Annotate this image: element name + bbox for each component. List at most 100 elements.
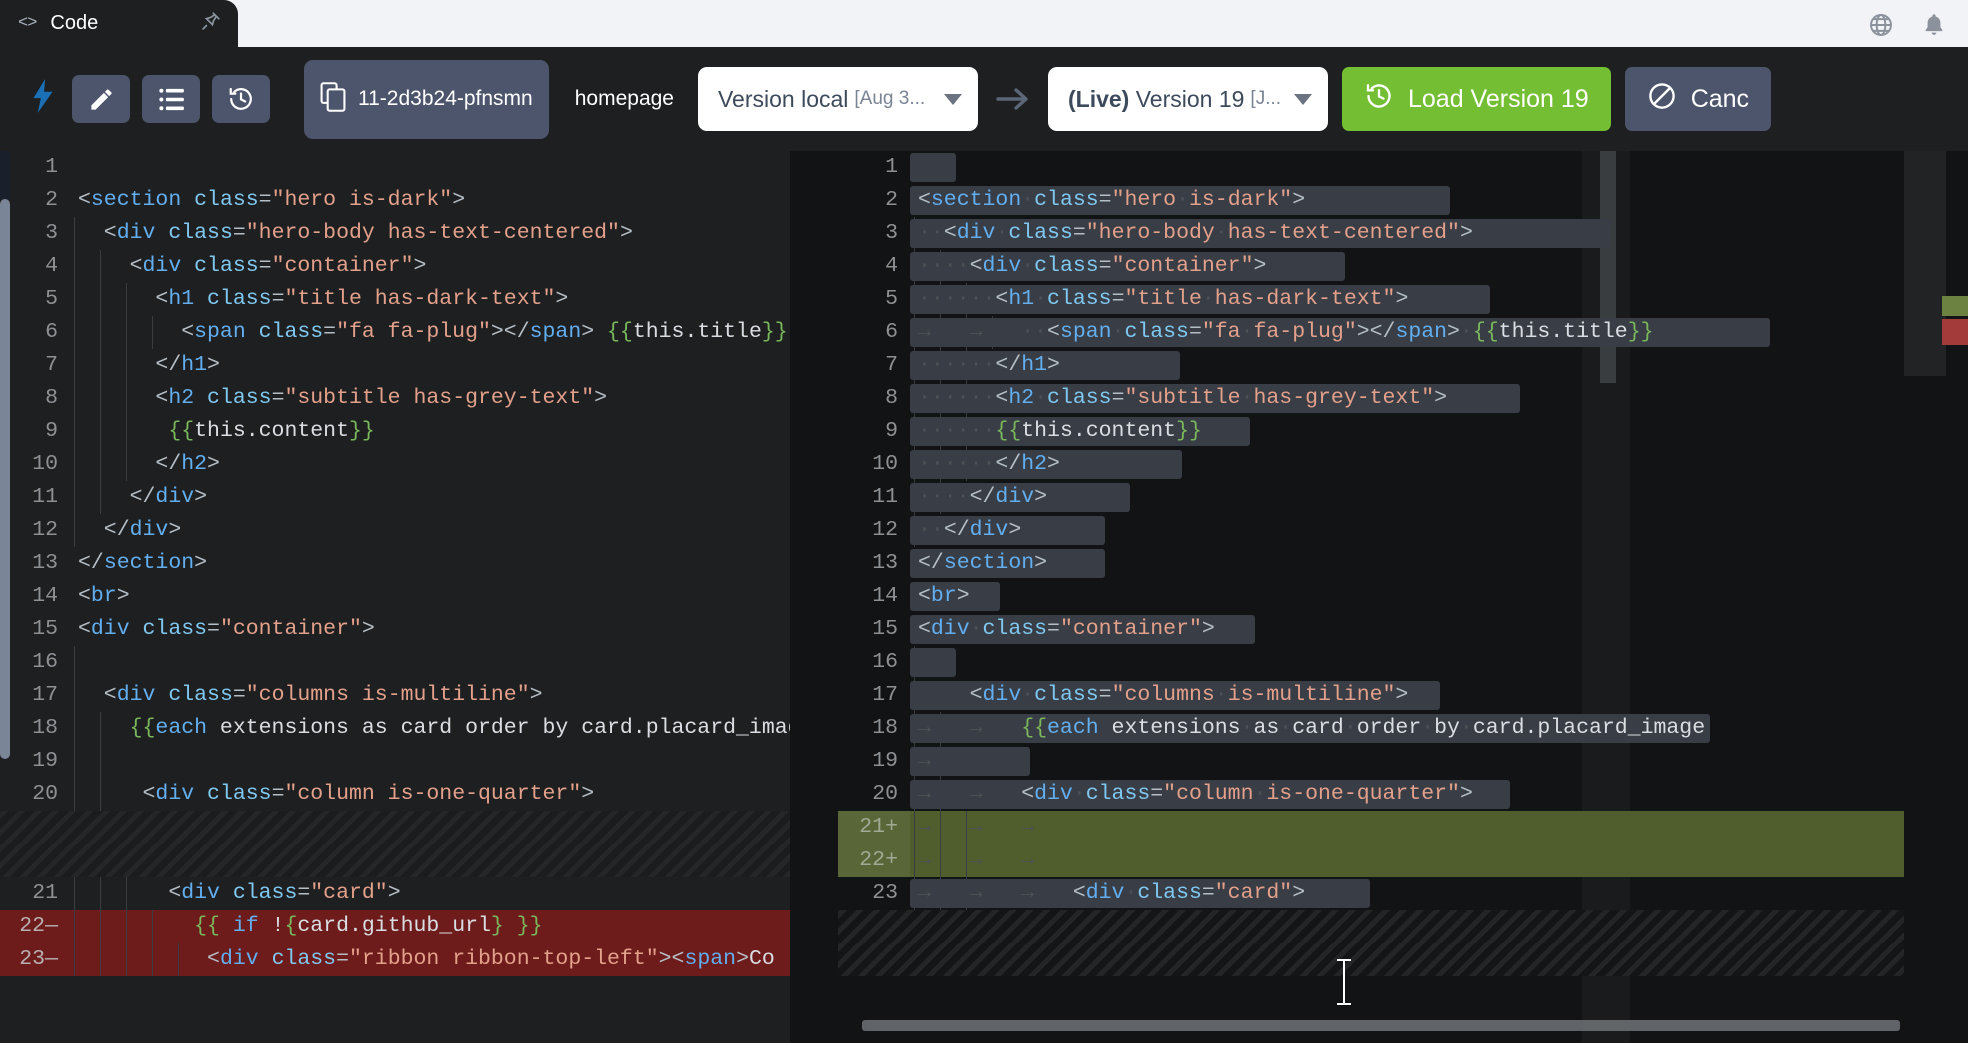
version-select-left[interactable]: Version local [Aug 3... — [697, 67, 978, 131]
history-button[interactable] — [212, 75, 270, 123]
globe-icon[interactable] — [1868, 12, 1894, 38]
code-line[interactable]: 13 </section> — [838, 547, 1968, 580]
code-line[interactable]: 16 — [838, 646, 1968, 679]
code-line[interactable]: 3 <div class="hero-body has-text-centere… — [0, 217, 790, 250]
code-token: < — [969, 683, 983, 707]
code-line[interactable]: 8 <h2 class="subtitle has-grey-text"> — [0, 382, 790, 415]
code-line[interactable]: 16 — [0, 646, 790, 679]
left-code-lines[interactable]: 1 2 <section class="hero is-dark"> 3 <div c… — [0, 151, 790, 976]
code-line[interactable]: 4 <div class="container"> — [0, 250, 790, 283]
code-line[interactable]: 12 ··</div> — [838, 514, 1968, 547]
code-token: ······ — [918, 386, 996, 410]
cancel-button[interactable]: Canc — [1624, 67, 1772, 131]
code-token: · — [1253, 782, 1267, 806]
code-line[interactable]: 15 <div class="container"> — [0, 613, 790, 646]
load-version-button[interactable]: Load Version 19 — [1341, 67, 1611, 131]
indent-guide — [74, 250, 75, 283]
code-line[interactable]: 1 — [838, 151, 1968, 184]
code-token: span — [1059, 320, 1112, 344]
code-token: · — [1111, 320, 1125, 344]
indent-guide — [74, 316, 75, 349]
overview-ruler[interactable] — [1904, 151, 1968, 1043]
code-line[interactable]: 12 </div> — [0, 514, 790, 547]
diff-pane-left[interactable]: 1 2 <section class="hero is-dark"> 3 <div c… — [0, 151, 790, 1043]
code-token: span — [529, 320, 582, 344]
list-button[interactable] — [142, 75, 200, 123]
code-line[interactable] — [838, 910, 1968, 943]
code-line[interactable]: 10 </h2> — [0, 448, 790, 481]
code-line[interactable]: 18 → → {{each extensions·as·card·order·by… — [838, 712, 1968, 745]
right-code-lines[interactable]: 1 2 <section·class="hero·is-dark"> 3 ··<div·… — [838, 151, 1968, 976]
code-token: < — [78, 683, 117, 707]
copy-name-chip[interactable]: 11-2d3b24-pfnsmn — [304, 59, 549, 139]
code-line[interactable]: 19 — [0, 745, 790, 778]
code-token: "column — [1163, 782, 1254, 806]
code-token: · — [1201, 287, 1215, 311]
left-vertical-scrollbar[interactable] — [0, 151, 10, 1043]
code-line[interactable]: 22— {{ if !{card.github_url} }} — [0, 910, 790, 943]
version-select-right[interactable]: (Live) Version 19 [J... — [1047, 67, 1328, 131]
code-line[interactable]: 9 {{this.content}} — [0, 415, 790, 448]
code-line[interactable]: 20 <div class="column is-one-quarter"> — [0, 778, 790, 811]
code-line[interactable] — [0, 844, 790, 877]
code-line[interactable]: 13 </section> — [0, 547, 790, 580]
code-line[interactable]: 4 ····<div·class="container"> — [838, 250, 1968, 283]
left-scrollbar-thumb[interactable] — [0, 199, 10, 759]
code-line-content: <br> — [910, 580, 1968, 613]
code-token: < — [78, 584, 91, 608]
code-line[interactable]: 17 <div·class="columns·is-multiline"> — [838, 679, 1968, 712]
code-line[interactable]: 7 </h1> — [0, 349, 790, 382]
code-token: this.title — [632, 320, 762, 344]
code-line[interactable]: 11 </div> — [0, 481, 790, 514]
code-line[interactable]: 21 <div class="card"> — [0, 877, 790, 910]
line-number: 16 — [32, 650, 58, 674]
code-line[interactable]: 7 ······</h1> — [838, 349, 1968, 382]
diff-editor: 1 2 <section class="hero is-dark"> 3 <div c… — [0, 151, 1968, 1043]
edit-button[interactable] — [72, 75, 130, 123]
code-line[interactable]: 21+ → → → — [838, 811, 1968, 844]
code-line[interactable]: 19 → — [838, 745, 1968, 778]
code-token: "container" — [1059, 617, 1202, 641]
code-line[interactable]: 5 <h1 class="title has-dark-text"> — [0, 283, 790, 316]
code-line[interactable]: 9 ······{{this.content}} — [838, 415, 1968, 448]
code-line[interactable] — [838, 943, 1968, 976]
right-horizontal-scrollbar[interactable] — [862, 1020, 1900, 1031]
code-line[interactable]: 22+ → → → — [838, 844, 1968, 877]
code-line[interactable]: 2 <section·class="hero·is-dark"> — [838, 184, 1968, 217]
indent-guide — [914, 811, 915, 844]
code-line[interactable]: 6 → → ··<span·class="fa·fa-plug"></span>·… — [838, 316, 1968, 349]
code-line-content: </section> — [70, 547, 790, 580]
code-token: · — [1240, 320, 1254, 344]
code-token: div — [995, 485, 1035, 509]
code-line[interactable]: 8 ······<h2·class="subtitle·has-grey-text… — [838, 382, 1968, 415]
code-line[interactable]: 20 → → <div·class="column·is-one-quarter"… — [838, 778, 1968, 811]
overview-slider[interactable] — [1904, 151, 1946, 376]
code-line[interactable]: 14 <br> — [0, 580, 790, 613]
lightning-bolt-icon[interactable] — [30, 79, 56, 119]
bell-icon[interactable] — [1922, 12, 1946, 38]
code-line[interactable]: 23 → → → <div·class="card"> — [838, 877, 1968, 910]
code-line[interactable]: 14 <br> — [838, 580, 1968, 613]
code-line-content: </h2> — [70, 448, 790, 481]
code-token: class — [1034, 683, 1099, 707]
code-line[interactable]: 18 {{each extensions as card order by ca… — [0, 712, 790, 745]
line-number: 4 — [885, 254, 898, 278]
code-token: < — [78, 188, 91, 212]
code-line[interactable]: 15 <div·class="container"> — [838, 613, 1968, 646]
pin-icon[interactable] — [200, 10, 222, 37]
code-line[interactable]: 11 ····</div> — [838, 481, 1968, 514]
code-line[interactable]: 23— <div class="ribbon ribbon-top-left">… — [0, 943, 790, 976]
code-token: each — [1047, 716, 1099, 740]
code-line[interactable]: 3 ··<div·class="hero-body·has-text-center… — [838, 217, 1968, 250]
code-line[interactable]: 5 ······<h1·class="title·has-dark-text"> — [838, 283, 1968, 316]
code-line[interactable]: 1 — [0, 151, 790, 184]
code-line[interactable] — [0, 811, 790, 844]
diff-pane-right[interactable]: 1 2 <section·class="hero·is-dark"> 3 ··<div·… — [790, 151, 1968, 1043]
code-line[interactable]: 10 ······</h2> — [838, 448, 1968, 481]
code-panel-tab[interactable]: <> Code — [0, 0, 238, 47]
code-token: order — [1356, 716, 1422, 740]
code-line[interactable]: 17 <div class="columns is-multiline"> — [0, 679, 790, 712]
code-line[interactable]: 2 <section class="hero is-dark"> — [0, 184, 790, 217]
code-line[interactable]: 6 <span class="fa fa-plug"></span> {{thi… — [0, 316, 790, 349]
